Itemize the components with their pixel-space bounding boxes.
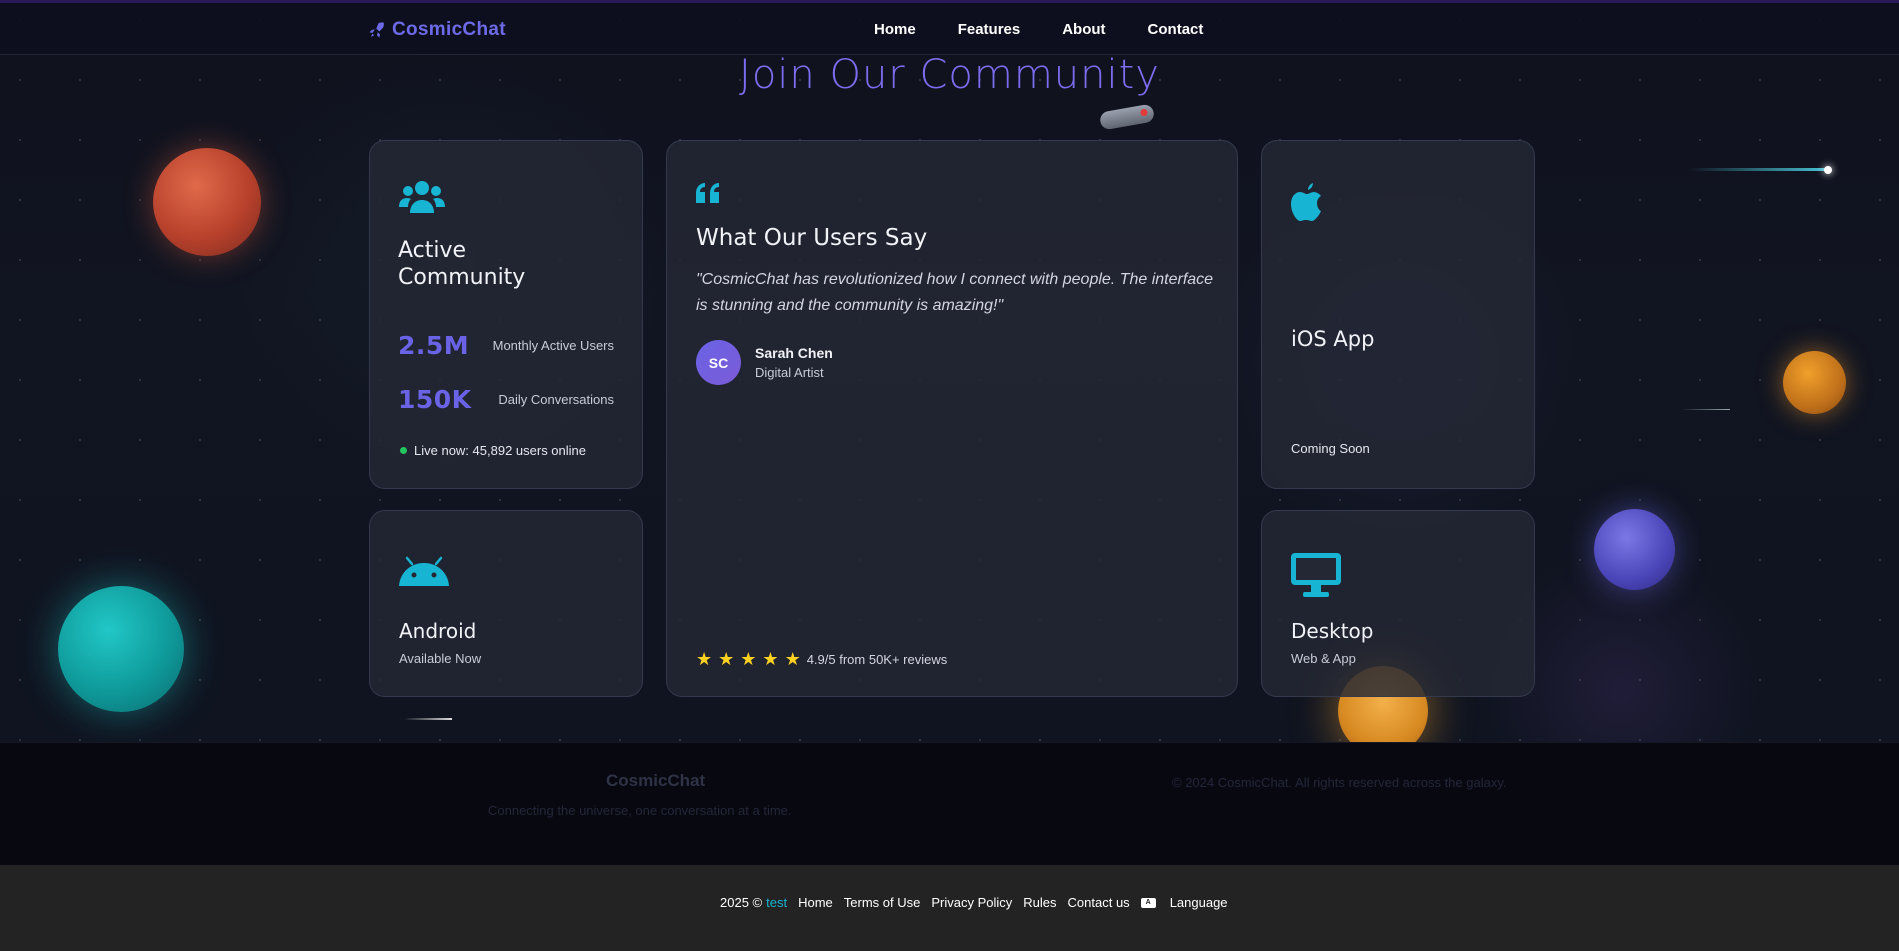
footer-tagline: Connecting the universe, one conversatio… xyxy=(488,803,792,818)
language-selector[interactable]: A Language xyxy=(1140,895,1239,910)
satellite xyxy=(1098,103,1156,131)
shooting-star xyxy=(1690,168,1830,171)
stat-label: Monthly Active Users xyxy=(492,338,614,353)
live-status: Live now: 45,892 users online xyxy=(400,443,586,458)
android-card[interactable]: Android Available Now xyxy=(369,510,643,697)
main-nav: Home Features About Contact xyxy=(874,21,1245,38)
footer-link-rules[interactable]: Rules xyxy=(1023,895,1056,910)
teal-planet xyxy=(58,586,184,712)
purple-planet xyxy=(1594,509,1675,590)
rating: ★ ★ ★ ★ ★ 4.9/5 from 50K+ reviews xyxy=(696,649,947,670)
footer-copyright: © 2024 CosmicChat. All rights reserved a… xyxy=(1172,775,1507,790)
desktop-title: Desktop xyxy=(1291,619,1374,643)
footer-brand: CosmicChat xyxy=(606,771,706,790)
top-navbar: CosmicChat Home Features About Contact xyxy=(0,0,1899,55)
testimonial-card: What Our Users Say "CosmicChat has revol… xyxy=(666,140,1238,697)
rating-stars: ★ ★ ★ ★ ★ xyxy=(696,649,807,670)
ios-card[interactable]: iOS App Coming Soon xyxy=(1261,140,1535,489)
star-icon: ★ xyxy=(762,649,779,669)
testimonial-role: Digital Artist xyxy=(755,365,824,380)
stat-value: 150K xyxy=(398,385,472,414)
ios-title: iOS App xyxy=(1291,327,1375,351)
avatar: SC xyxy=(696,340,741,385)
android-icon xyxy=(399,556,449,586)
footer-link-terms[interactable]: Terms of Use xyxy=(844,895,921,910)
footer-link-privacy[interactable]: Privacy Policy xyxy=(931,895,1012,910)
star-icon: ★ xyxy=(740,649,757,669)
community-title-line1: Active xyxy=(398,238,467,263)
shooting-star-head xyxy=(1824,166,1832,174)
testimonial-author: Sarah Chen xyxy=(755,345,833,361)
rocket-icon xyxy=(369,22,384,38)
owner-link[interactable]: test xyxy=(766,895,787,910)
testimonial-heading: What Our Users Say xyxy=(696,225,928,251)
nav-features[interactable]: Features xyxy=(958,21,1021,38)
desktop-icon xyxy=(1291,553,1341,597)
stat-label: Daily Conversations xyxy=(498,392,614,407)
star-icon: ★ xyxy=(696,649,713,669)
shooting-star xyxy=(1680,409,1730,410)
red-planet xyxy=(153,148,261,256)
desktop-card[interactable]: Desktop Web & App xyxy=(1261,510,1535,697)
ios-subtitle: Coming Soon xyxy=(1291,441,1370,456)
star-icon: ★ xyxy=(784,649,801,669)
footer-link-home[interactable]: Home xyxy=(798,895,833,910)
live-dot-icon xyxy=(400,447,407,454)
language-label: Language xyxy=(1169,895,1228,910)
rating-text: 4.9/5 from 50K+ reviews xyxy=(806,652,948,667)
site-footer: CosmicChat Connecting the universe, one … xyxy=(0,742,1899,865)
stat-monthly-users: 2.5M Monthly Active Users xyxy=(398,331,614,360)
nav-home[interactable]: Home xyxy=(874,21,916,38)
avatar-initials: SC xyxy=(708,354,729,371)
users-icon xyxy=(399,181,445,213)
stat-daily-conversations: 150K Daily Conversations xyxy=(398,385,614,414)
testimonial-quote: "CosmicChat has revolutionized how I con… xyxy=(696,271,1214,314)
community-title-line2: Community xyxy=(398,265,526,290)
bottom-copyright: 2025 © xyxy=(720,895,763,910)
android-subtitle: Available Now xyxy=(399,651,482,666)
nav-about[interactable]: About xyxy=(1062,21,1105,38)
brand-logo[interactable]: CosmicChat xyxy=(368,19,506,41)
star-icon: ★ xyxy=(718,649,735,669)
quote-icon xyxy=(696,183,719,203)
bottom-bar: 2025 © test Home Terms of Use Privacy Po… xyxy=(0,865,1899,951)
bottom-links: 2025 © test Home Terms of Use Privacy Po… xyxy=(720,895,1250,910)
footer-link-contact[interactable]: Contact us xyxy=(1068,895,1130,910)
live-status-text: Live now: 45,892 users online xyxy=(414,443,587,458)
language-icon: A xyxy=(1140,897,1156,908)
brand-name: CosmicChat xyxy=(392,19,506,40)
nav-contact[interactable]: Contact xyxy=(1148,21,1204,38)
shooting-star xyxy=(404,718,452,720)
orange-planet xyxy=(1783,351,1846,414)
apple-icon xyxy=(1291,183,1321,221)
community-card: Active Community 2.5M Monthly Active Use… xyxy=(369,140,643,489)
desktop-subtitle: Web & App xyxy=(1291,651,1356,666)
page-title: Join Our Community xyxy=(739,52,1160,98)
android-title: Android xyxy=(399,619,477,643)
stat-value: 2.5M xyxy=(398,331,470,360)
